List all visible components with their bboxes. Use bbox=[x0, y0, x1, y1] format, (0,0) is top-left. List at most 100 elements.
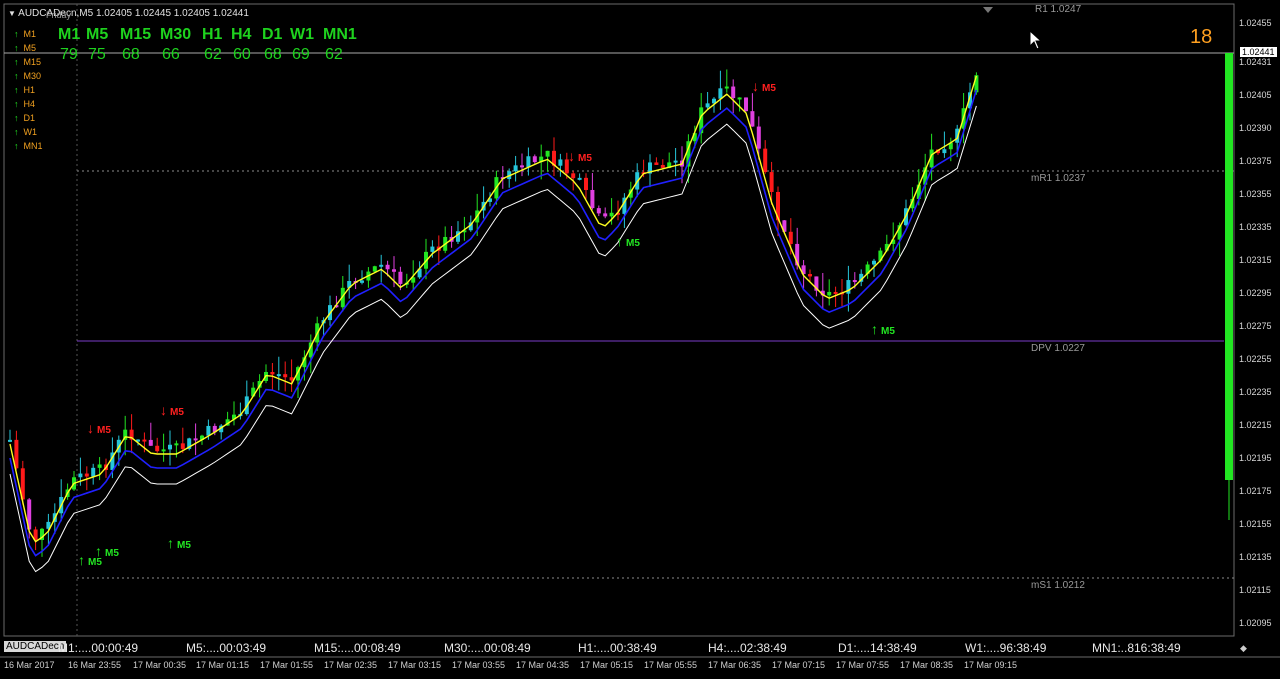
price-tick: 1.02405 bbox=[1239, 90, 1272, 100]
buy-signal: ↑ M5 bbox=[616, 233, 640, 249]
up-arrow-icon: ↑ bbox=[14, 85, 19, 95]
candle-body bbox=[360, 280, 364, 283]
level-r1: R1 1.0247 bbox=[1035, 4, 1082, 15]
tf-value-h4: 60 bbox=[233, 46, 251, 63]
time-tick: 17 Mar 01:15 bbox=[196, 660, 250, 670]
shift-marker-icon[interactable] bbox=[983, 2, 993, 20]
candle-body bbox=[577, 177, 582, 180]
up-arrow-icon: ↑ bbox=[616, 233, 623, 249]
price-tick: 1.02335 bbox=[1239, 222, 1272, 232]
candle-body bbox=[744, 97, 748, 112]
down-arrow-icon: ↓ bbox=[160, 402, 167, 418]
candle-body bbox=[148, 439, 153, 446]
chart-tab[interactable]: AUDCADecn bbox=[4, 641, 67, 652]
candle-body bbox=[398, 271, 403, 284]
up-arrow-icon: ↑ bbox=[871, 321, 878, 337]
timer-m1: M1:....00:00:49 bbox=[58, 641, 139, 655]
candle-body bbox=[769, 172, 774, 192]
price-tick: 1.02375 bbox=[1239, 156, 1272, 166]
up-arrow-icon: ↑ bbox=[14, 127, 19, 137]
up-arrow-icon: ↑ bbox=[14, 57, 19, 67]
trend-row-m1: ↑ M1 bbox=[14, 27, 36, 41]
tf-label-d1: D1 bbox=[262, 26, 283, 43]
level-mr1: mR1 1.0237 bbox=[1031, 173, 1086, 184]
ma-mid-line bbox=[9, 89, 978, 557]
time-tick: 17 Mar 01:55 bbox=[260, 660, 314, 670]
trend-row-m15: ↑ M15 bbox=[14, 55, 41, 69]
time-tick: 17 Mar 00:35 bbox=[133, 660, 187, 670]
candle-body bbox=[8, 439, 12, 442]
candle-body bbox=[180, 443, 185, 449]
candle-body bbox=[392, 269, 396, 272]
signal-label: M5 bbox=[881, 326, 895, 337]
tf-value-h1: 62 bbox=[204, 46, 222, 63]
trend-row-m30: ↑ M30 bbox=[14, 69, 41, 83]
trend-row-label: H1 bbox=[23, 85, 36, 95]
tf-value-m1: 79 bbox=[60, 46, 78, 63]
collapse-icon[interactable]: ▼ bbox=[8, 9, 16, 18]
tf-value-mn1: 62 bbox=[325, 46, 343, 63]
candle-body bbox=[673, 160, 678, 163]
candle-body bbox=[609, 212, 614, 217]
sell-signal: ↓ M5 bbox=[568, 148, 592, 164]
candle-body bbox=[603, 213, 608, 217]
time-tick: 17 Mar 03:15 bbox=[388, 660, 442, 670]
signal-label: M5 bbox=[578, 153, 592, 164]
price-tick: 1.02175 bbox=[1239, 486, 1272, 496]
price-tick: 1.02135 bbox=[1239, 552, 1272, 562]
candle-body bbox=[78, 473, 83, 478]
chart-area[interactable] bbox=[0, 0, 1280, 679]
down-arrow-icon: ↓ bbox=[568, 148, 575, 164]
candle-body bbox=[97, 464, 102, 468]
price-tick: 1.02095 bbox=[1239, 618, 1272, 628]
buy-signal: ↑ M5 bbox=[871, 321, 895, 337]
trend-row-label: M1 bbox=[23, 29, 37, 39]
timer-mn1: MN1:..816:38:49 bbox=[1092, 641, 1181, 655]
symbol-header: ▼ AUDCADecn,M5 1.02405 1.02445 1.02405 1… bbox=[8, 8, 249, 19]
up-arrow-icon: ↑ bbox=[14, 99, 19, 109]
candle-body bbox=[584, 177, 588, 190]
trend-row-label: D1 bbox=[23, 113, 36, 123]
price-tick: 1.02235 bbox=[1239, 387, 1272, 397]
signal-label: M5 bbox=[626, 238, 640, 249]
candle-body bbox=[155, 445, 160, 452]
price-tick: 1.02295 bbox=[1239, 288, 1272, 298]
sell-signal: ↓ M5 bbox=[160, 402, 184, 418]
candle-body bbox=[872, 260, 876, 265]
trend-row-label: M5 bbox=[23, 43, 37, 53]
buy-signal: ↑ M5 bbox=[167, 535, 191, 551]
candle-body bbox=[852, 280, 857, 283]
price-tick: 1.02315 bbox=[1239, 255, 1272, 265]
up-arrow-icon: ↑ bbox=[78, 552, 85, 568]
strength-bar bbox=[1225, 53, 1233, 480]
candle-body bbox=[532, 156, 537, 163]
candle-body bbox=[590, 189, 595, 209]
time-tick: 17 Mar 04:35 bbox=[516, 660, 570, 670]
candle-body bbox=[513, 165, 518, 172]
price-tick: 1.02355 bbox=[1239, 189, 1272, 199]
trend-row-h1: ↑ H1 bbox=[14, 83, 35, 97]
candle-body bbox=[571, 173, 576, 179]
time-tick: 17 Mar 03:55 bbox=[452, 660, 506, 670]
signal-label: M5 bbox=[105, 548, 119, 559]
timer-w1: W1:....96:38:49 bbox=[965, 641, 1047, 655]
trend-row-m5: ↑ M5 bbox=[14, 41, 36, 55]
candle-body bbox=[379, 264, 384, 267]
tf-label-m15: M15 bbox=[120, 26, 152, 43]
up-arrow-icon: ↑ bbox=[14, 43, 19, 53]
tf-value-m30: 66 bbox=[162, 46, 180, 63]
trend-row-d1: ↑ D1 bbox=[14, 111, 35, 125]
time-tick: 17 Mar 05:15 bbox=[580, 660, 634, 670]
price-chart[interactable] bbox=[0, 0, 1280, 679]
candle-body bbox=[385, 264, 390, 270]
signal-label: M5 bbox=[762, 83, 776, 94]
tf-value-m15: 68 bbox=[122, 46, 140, 63]
tf-value-d1: 68 bbox=[264, 46, 282, 63]
time-tick: 17 Mar 08:35 bbox=[900, 660, 954, 670]
scroll-arrow-icon[interactable]: ◆ bbox=[1240, 643, 1247, 654]
day-label: Friday bbox=[46, 10, 72, 20]
up-arrow-icon: ↑ bbox=[14, 29, 19, 39]
up-arrow-icon: ↑ bbox=[14, 141, 19, 151]
tf-label-w1: W1 bbox=[290, 26, 314, 43]
candle-body bbox=[526, 156, 531, 168]
